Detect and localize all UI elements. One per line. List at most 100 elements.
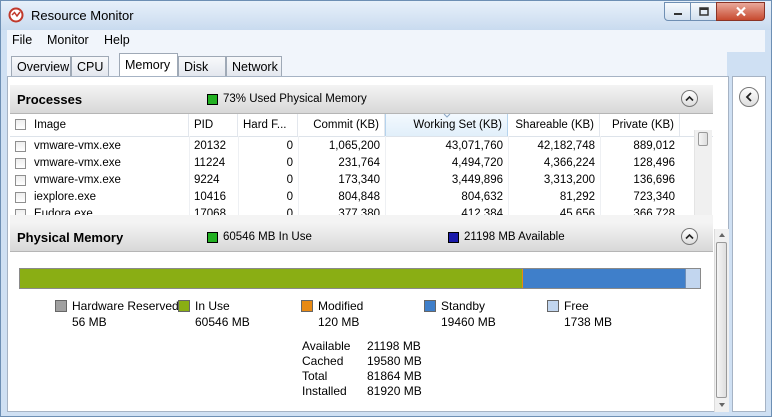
summary-value: 81920 MB xyxy=(367,384,422,398)
summary-value: 21198 MB xyxy=(367,339,421,353)
row-checkbox[interactable] xyxy=(15,175,26,186)
resource-monitor-window: Resource Monitor File Monitor Help Overv… xyxy=(0,0,772,417)
processes-horizontal-scrollbar[interactable] xyxy=(10,215,713,223)
expand-graphs-button[interactable] xyxy=(739,87,759,107)
tab-memory[interactable]: Memory xyxy=(119,53,178,76)
physical-memory-title: Physical Memory xyxy=(17,230,124,245)
modified-swatch xyxy=(301,300,313,312)
summary-value: 19580 MB xyxy=(367,354,422,368)
scroll-down-icon xyxy=(719,403,725,407)
minimize-icon xyxy=(673,12,682,15)
sort-descending-icon xyxy=(443,113,451,118)
memory-tab-content: Processes 73% Used Physical Memory Image… xyxy=(7,76,729,412)
resource-monitor-icon xyxy=(8,7,24,23)
row-checkbox[interactable] xyxy=(15,192,26,203)
used-memory-indicator xyxy=(207,94,218,105)
column-image[interactable]: Image xyxy=(10,114,189,136)
tab-strip: Overview CPU Memory Disk Network xyxy=(7,52,727,76)
free-swatch xyxy=(547,300,559,312)
column-private[interactable]: Private (KB) xyxy=(600,114,680,136)
memory-bar-segment-in-use xyxy=(20,269,523,288)
processes-header[interactable]: Processes 73% Used Physical Memory xyxy=(10,85,713,114)
cell-working-set: 43,071,760 xyxy=(445,140,503,152)
column-shareable[interactable]: Shareable (KB) xyxy=(508,114,600,136)
tab-overview[interactable]: Overview xyxy=(11,56,71,76)
window-title: Resource Monitor xyxy=(31,8,134,23)
cell-shareable: 4,366,224 xyxy=(543,157,595,169)
legend-name: Hardware Reserved xyxy=(72,299,179,313)
chevron-left-icon xyxy=(745,92,752,102)
legend-value: 120 MB xyxy=(318,315,360,329)
cell-image: vmware-vmx.exe xyxy=(34,140,121,152)
cell-private: 889,012 xyxy=(633,140,675,152)
tab-cpu[interactable]: CPU xyxy=(71,56,109,76)
cell-shareable: 3,313,200 xyxy=(543,174,595,186)
physical-memory-bar xyxy=(19,268,701,289)
main-vertical-scrollbar[interactable] xyxy=(714,229,729,412)
table-row[interactable]: vmware-vmx.exe 20132 0 1,065,200 43,071,… xyxy=(10,138,694,155)
menu-monitor[interactable]: Monitor xyxy=(47,33,89,47)
cell-commit: 804,848 xyxy=(338,191,380,203)
scrollbar-thumb[interactable] xyxy=(698,132,708,146)
processes-vertical-scrollbar[interactable] xyxy=(694,130,712,217)
cell-pid: 11224 xyxy=(194,157,226,169)
cell-image: vmware-vmx.exe xyxy=(34,174,121,186)
cell-hard-faults: 0 xyxy=(286,157,293,169)
cell-pid: 10416 xyxy=(194,191,226,203)
available-indicator xyxy=(448,232,459,243)
column-hard-faults[interactable]: Hard F... xyxy=(238,114,298,136)
physical-memory-header[interactable]: Physical Memory 60546 MB In Use 21198 MB… xyxy=(10,223,713,252)
table-row[interactable]: iexplore.exe 10416 0 804,848 804,632 81,… xyxy=(10,189,694,206)
scroll-up-icon xyxy=(719,233,725,237)
cell-working-set: 4,494,720 xyxy=(451,157,503,169)
row-checkbox[interactable] xyxy=(15,158,26,169)
processes-title: Processes xyxy=(17,92,83,107)
column-commit[interactable]: Commit (KB) xyxy=(298,114,385,136)
close-button[interactable] xyxy=(716,2,765,21)
used-memory-status: 73% Used Physical Memory xyxy=(223,93,367,105)
cell-commit: 1,065,200 xyxy=(328,140,380,152)
close-icon xyxy=(735,6,746,17)
available-status: 21198 MB Available xyxy=(464,231,565,243)
cell-working-set: 804,632 xyxy=(461,191,503,203)
summary-label: Cached xyxy=(302,354,344,368)
cell-pid: 20132 xyxy=(194,140,226,152)
cell-hard-faults: 0 xyxy=(286,174,293,186)
cell-shareable: 81,292 xyxy=(559,191,595,203)
table-row[interactable]: vmware-vmx.exe 11224 0 231,764 4,494,720… xyxy=(10,155,694,172)
menu-file[interactable]: File xyxy=(12,33,32,47)
tab-network[interactable]: Network xyxy=(226,56,282,76)
minimize-button[interactable] xyxy=(664,2,691,21)
summary-label: Total xyxy=(302,369,328,383)
scrollbar-thumb[interactable] xyxy=(716,242,727,398)
cell-private: 136,696 xyxy=(633,174,675,186)
legend-value: 19460 MB xyxy=(441,315,496,329)
physical-memory-collapse-button[interactable] xyxy=(681,228,698,245)
legend-value: 56 MB xyxy=(72,315,107,329)
legend-value: 1738 MB xyxy=(564,315,613,329)
legend-value: 60546 MB xyxy=(195,315,250,329)
summary-row: Installed 81920 MB xyxy=(302,384,442,399)
summary-label: Available xyxy=(302,339,351,353)
maximize-button[interactable] xyxy=(690,2,717,21)
in-use-indicator xyxy=(207,232,218,243)
menu-help[interactable]: Help xyxy=(104,33,130,47)
processes-collapse-button[interactable] xyxy=(681,90,698,107)
tab-disk[interactable]: Disk xyxy=(178,56,226,76)
cell-private: 128,496 xyxy=(633,157,675,169)
memory-bar-segment-standby xyxy=(523,269,685,288)
summary-row: Total 81864 MB xyxy=(302,369,442,384)
column-pid[interactable]: PID xyxy=(189,114,238,136)
title-bar[interactable]: Resource Monitor xyxy=(1,1,771,30)
cell-working-set: 3,449,896 xyxy=(451,174,503,186)
summary-label: Installed xyxy=(302,384,347,398)
summary-value: 81864 MB xyxy=(367,369,422,383)
table-row[interactable]: vmware-vmx.exe 9224 0 173,340 3,449,896 … xyxy=(10,172,694,189)
select-all-checkbox[interactable] xyxy=(15,119,26,130)
cell-hard-faults: 0 xyxy=(286,191,293,203)
cell-commit: 173,340 xyxy=(338,174,380,186)
cell-hard-faults: 0 xyxy=(286,140,293,152)
row-checkbox[interactable] xyxy=(15,141,26,152)
cell-commit: 231,764 xyxy=(338,157,380,169)
summary-row: Cached 19580 MB xyxy=(302,354,442,369)
